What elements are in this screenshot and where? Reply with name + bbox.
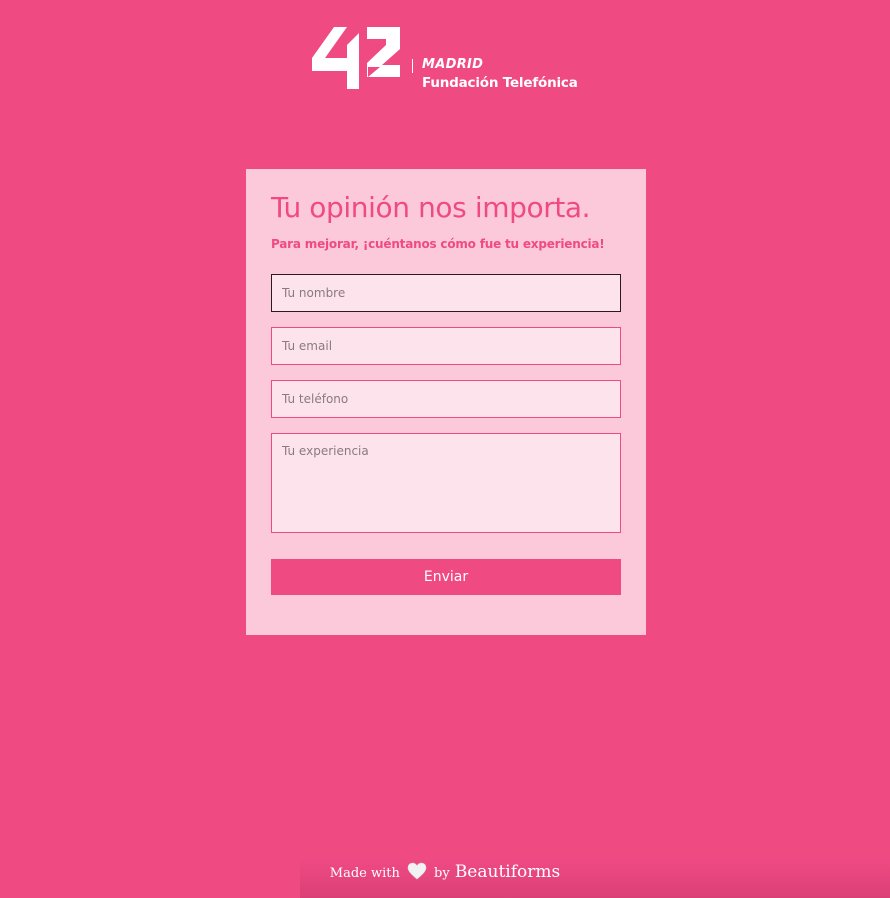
logo-42-mark xyxy=(312,27,400,89)
logo-organization: Fundación Telefónica xyxy=(422,75,578,91)
page: MADRID Fundación Telefónica Tu opinión n… xyxy=(0,0,890,898)
submit-button[interactable]: Enviar xyxy=(271,559,621,595)
logo-city: MADRID xyxy=(422,57,484,72)
logo-separator xyxy=(412,59,413,73)
heart-icon xyxy=(407,862,427,884)
phone-field[interactable] xyxy=(271,380,621,418)
email-field[interactable] xyxy=(271,327,621,365)
name-field[interactable] xyxy=(271,274,621,312)
form-subtitle: Para mejorar, ¡cuéntanos cómo fue tu exp… xyxy=(271,237,605,251)
footer-by: by xyxy=(434,866,450,881)
footer-credit[interactable]: Made with by Beautiforms xyxy=(0,862,890,884)
form-title: Tu opinión nos importa. xyxy=(271,191,591,224)
footer-made-with: Made with xyxy=(329,866,400,881)
footer-brand-link[interactable]: Beautiforms xyxy=(455,862,560,882)
logo-42-madrid: MADRID Fundación Telefónica xyxy=(312,27,582,91)
experience-field[interactable] xyxy=(271,433,621,533)
feedback-form-card: Tu opinión nos importa. Para mejorar, ¡c… xyxy=(246,169,646,635)
